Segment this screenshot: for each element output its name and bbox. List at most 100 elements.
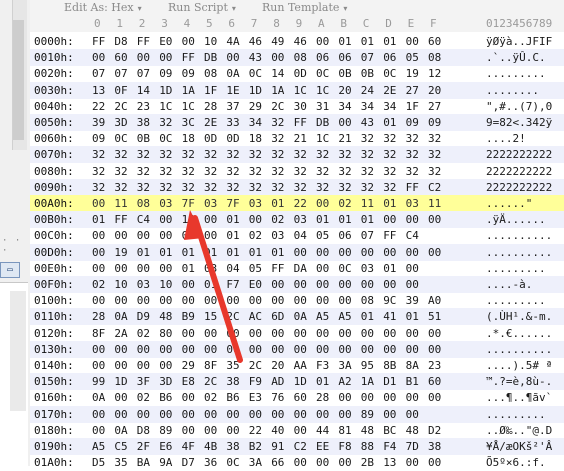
ascii-text[interactable]: .......... xyxy=(486,341,552,358)
hex-byte[interactable]: 32 xyxy=(159,146,172,163)
hex-byte[interactable]: 89 xyxy=(159,422,172,439)
hex-byte[interactable]: 32 xyxy=(249,146,262,163)
ascii-text[interactable]: ......... xyxy=(486,65,546,82)
hex-byte[interactable]: 1D xyxy=(294,373,307,390)
hex-byte[interactable]: 00 xyxy=(294,244,307,261)
hex-byte[interactable]: 1A xyxy=(182,82,195,99)
hex-byte[interactable]: 03 xyxy=(294,211,307,228)
hex-byte[interactable]: 22 xyxy=(249,422,262,439)
hex-byte[interactable]: 00 xyxy=(204,227,217,244)
hex-byte[interactable]: 32 xyxy=(338,179,351,196)
hex-byte[interactable]: 00 xyxy=(294,276,307,293)
hex-byte[interactable]: 46 xyxy=(294,33,307,50)
hex-byte[interactable]: 0A xyxy=(92,389,105,406)
hex-byte[interactable]: 00 xyxy=(92,244,105,261)
hex-byte[interactable]: 06 xyxy=(383,49,396,66)
ascii-text[interactable]: ...¶..¶ãv` xyxy=(486,389,552,406)
hex-byte[interactable]: 40 xyxy=(271,422,284,439)
hex-byte[interactable]: 32 xyxy=(159,114,172,131)
hex-byte[interactable]: 00 xyxy=(428,341,441,358)
hex-row[interactable]: 0130h: 00 00 00 00 00 00 00 00 00 00 00 00 00 00 00 00..… xyxy=(30,340,564,358)
splitter-grip[interactable]: · · · xyxy=(2,236,30,256)
hex-byte[interactable]: AA xyxy=(294,357,307,374)
hex-byte[interactable]: 00 xyxy=(182,325,195,342)
hex-byte[interactable]: 32 xyxy=(204,146,217,163)
hex-byte[interactable]: 32 xyxy=(137,179,150,196)
hex-byte[interactable]: 24 xyxy=(361,82,374,99)
hex-byte[interactable]: 00 xyxy=(316,195,329,212)
hex-byte[interactable]: 32 xyxy=(271,179,284,196)
ascii-text[interactable]: ....-à. xyxy=(486,276,532,293)
hex-byte[interactable]: 00 xyxy=(182,33,195,50)
hex-byte[interactable]: 00 xyxy=(204,325,217,342)
hex-byte[interactable]: 07 xyxy=(361,49,374,66)
hex-byte[interactable]: 20 xyxy=(428,82,441,99)
hex-byte[interactable]: 07 xyxy=(137,65,150,82)
hex-byte[interactable]: 28 xyxy=(204,98,217,115)
hex-byte[interactable]: 48 xyxy=(159,308,172,325)
hex-byte[interactable]: 00 xyxy=(137,357,150,374)
hex-byte[interactable]: D7 xyxy=(182,454,195,471)
hex-byte[interactable]: 32 xyxy=(406,130,419,147)
hex-byte[interactable]: 07 xyxy=(114,65,127,82)
hex-byte[interactable]: 0C xyxy=(249,65,262,82)
hex-byte[interactable]: 01 xyxy=(271,244,284,261)
hex-byte[interactable]: 0C xyxy=(159,130,172,147)
hex-byte[interactable]: F7 xyxy=(226,276,239,293)
hex-byte[interactable]: 01 xyxy=(383,260,396,277)
ascii-text[interactable]: ....).5# ª xyxy=(486,357,552,374)
hex-byte[interactable]: 07 xyxy=(361,227,374,244)
hex-byte[interactable]: 32 xyxy=(271,146,284,163)
hex-byte[interactable]: 00 xyxy=(204,422,217,439)
hex-byte[interactable]: 1C xyxy=(316,130,329,147)
hex-byte[interactable]: FF xyxy=(383,227,396,244)
hex-byte[interactable]: 8F xyxy=(92,325,105,342)
hex-byte[interactable]: 00 xyxy=(383,341,396,358)
hex-byte[interactable]: 07 xyxy=(92,65,105,82)
hex-byte[interactable]: 1C xyxy=(182,98,195,115)
hex-byte[interactable]: D2 xyxy=(428,422,441,439)
hex-byte[interactable]: 11 xyxy=(114,195,127,212)
hex-byte[interactable]: 00 xyxy=(361,341,374,358)
hex-byte[interactable]: 38 xyxy=(226,438,239,455)
hex-byte[interactable]: 0B xyxy=(361,65,374,82)
hex-byte[interactable]: 34 xyxy=(338,98,351,115)
hex-byte[interactable]: 2E xyxy=(204,114,217,131)
hex-byte[interactable]: 32 xyxy=(361,179,374,196)
hex-byte[interactable]: 00 xyxy=(316,244,329,261)
hex-byte[interactable]: 32 xyxy=(92,146,105,163)
hex-byte[interactable]: 32 xyxy=(428,163,441,180)
hex-byte[interactable]: FF xyxy=(406,179,419,196)
hex-byte[interactable]: 00 xyxy=(406,260,419,277)
hex-byte[interactable]: 7D xyxy=(406,438,419,455)
hex-byte[interactable]: AD xyxy=(271,373,284,390)
hex-byte[interactable]: 46 xyxy=(249,33,262,50)
hex-byte[interactable]: 0D xyxy=(204,130,217,147)
hex-byte[interactable]: 18 xyxy=(249,130,262,147)
hex-byte[interactable]: 00 xyxy=(383,276,396,293)
hex-byte[interactable]: 00 xyxy=(338,389,351,406)
hex-byte[interactable]: FF xyxy=(182,49,195,66)
hex-byte[interactable]: 03 xyxy=(159,195,172,212)
hex-byte[interactable]: 44 xyxy=(316,422,329,439)
hex-byte[interactable]: 00 xyxy=(204,292,217,309)
hex-byte[interactable]: 02 xyxy=(204,389,217,406)
hex-byte[interactable]: 0C xyxy=(383,65,396,82)
hex-grid[interactable]: 0000h: FF D8 FF E0 00 10 4A 46 49 46 00 01 01 01 00 60 ÿØ… xyxy=(30,33,564,469)
hex-byte[interactable]: EE xyxy=(316,438,329,455)
hex-byte[interactable]: 01 xyxy=(338,33,351,50)
hex-byte[interactable]: B2 xyxy=(249,438,262,455)
hex-byte[interactable]: 32 xyxy=(338,146,351,163)
hex-byte[interactable]: 32 xyxy=(249,163,262,180)
hex-byte[interactable]: 32 xyxy=(271,163,284,180)
hex-row[interactable]: 0070h: 32 32 32 32 32 32 32 32 32 32 32 32 32 32 32 32 22… xyxy=(30,146,564,164)
hex-byte[interactable]: 35 xyxy=(226,357,239,374)
hex-byte[interactable]: 32 xyxy=(271,130,284,147)
hex-byte[interactable]: FF xyxy=(294,114,307,131)
hex-byte[interactable]: 00 xyxy=(137,49,150,66)
hex-byte[interactable]: 38 xyxy=(428,438,441,455)
hex-byte[interactable]: 00 xyxy=(249,211,262,228)
hex-row[interactable]: 0020h: 07 07 07 09 09 08 0A 0C 14 0D 0C 0B 0B 0C 19 12..… xyxy=(30,65,564,82)
hex-byte[interactable]: 00 xyxy=(294,292,307,309)
ascii-text[interactable]: Õ5º×6.:f. xyxy=(486,454,546,471)
